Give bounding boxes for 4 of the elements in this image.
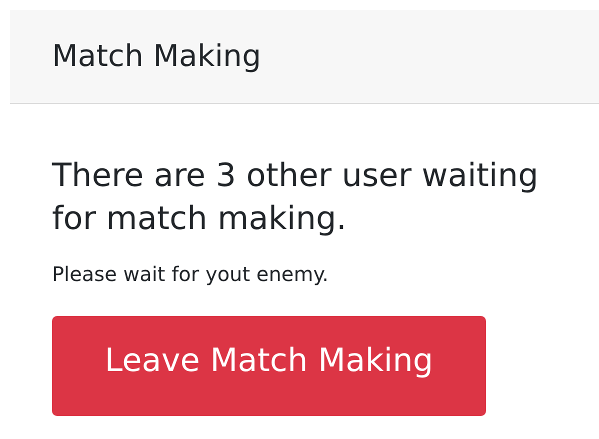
leave-match-making-button[interactable]: Leave Match Making: [52, 316, 486, 416]
wait-note: Please wait for yout enemy.: [52, 262, 330, 286]
waiting-message: There are 3 other user waiting for match making.: [52, 155, 540, 239]
card-title: Match Making: [52, 39, 262, 74]
